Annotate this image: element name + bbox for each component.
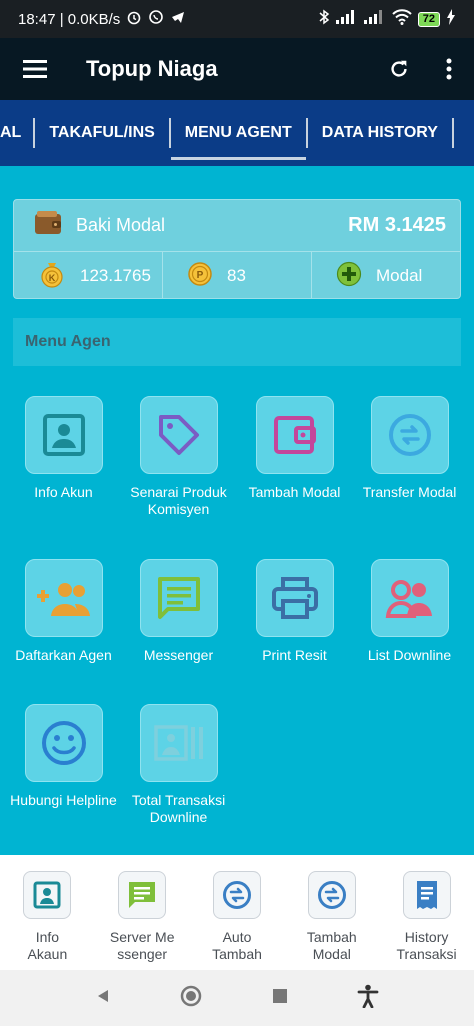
transfer-icon: [222, 881, 251, 909]
modal-label: Modal: [376, 266, 423, 285]
hamburger-menu-button[interactable]: [0, 38, 70, 100]
whatsapp-icon: [148, 9, 164, 29]
menu-transfer-modal[interactable]: Transfer Modal: [352, 396, 467, 501]
menu-senarai-produk[interactable]: Senarai Produk Komisyen: [121, 396, 236, 518]
signal-2-icon: [363, 10, 386, 28]
tag-icon: [158, 415, 199, 455]
section-header: Menu Agen: [13, 318, 461, 366]
plus-circle-icon: [336, 261, 362, 292]
money-bag-icon: K: [38, 260, 66, 293]
smile-icon: [41, 721, 86, 765]
app-title: Topup Niaga: [86, 56, 218, 81]
bottom-nav-server-messenger[interactable]: Server Me ssenger: [95, 855, 190, 970]
menu-tambah-modal[interactable]: Tambah Modal: [237, 396, 352, 501]
balance-card: Baki Modal RM 3.1425 K 123.1765 P 83 Mod…: [13, 199, 461, 299]
komisyen-cell[interactable]: K 123.1765: [14, 252, 162, 298]
receipt-icon: [416, 881, 437, 909]
accessibility-icon: [357, 984, 379, 1008]
balance-label: Baki Modal: [76, 215, 166, 235]
section-title: Menu Agen: [25, 333, 111, 350]
bottom-nav: Info Akaun Server Me ssenger Auto Tambah Ta…: [0, 855, 474, 970]
transfer-icon: [388, 414, 431, 456]
recents-square-icon: [272, 988, 287, 1003]
wifi-icon: [392, 9, 412, 29]
menu-print-resit[interactable]: Print Resit: [237, 559, 352, 664]
account-box-icon: [42, 414, 85, 456]
transfer-icon: [317, 881, 346, 909]
add-modal-cell[interactable]: Modal: [311, 252, 460, 298]
message-icon: [129, 882, 156, 908]
battery-icon: 72: [417, 11, 440, 27]
status-time: 18:47 | 0.0KB/s: [18, 10, 121, 28]
menu-daftarkan-agen[interactable]: Daftarkan Agen: [6, 559, 121, 664]
wallet-icon: [273, 416, 316, 454]
menu-info-akun[interactable]: Info Akun: [6, 396, 121, 501]
status-bar: 18:47 | 0.0KB/s 72: [0, 0, 474, 38]
message-icon: [157, 577, 200, 619]
recents-button[interactable]: [272, 988, 288, 1009]
bottom-nav-tambah-modal[interactable]: Tambah Modal: [284, 855, 379, 970]
tab-bar: AL TAKAFUL/INS MENU AGENT DATA HISTORY: [0, 100, 474, 166]
points-coin-icon: P: [187, 261, 213, 292]
refresh-icon: [391, 60, 407, 77]
points-value: 83: [227, 266, 246, 285]
report-icon: [153, 725, 203, 761]
telegram-icon: [170, 9, 186, 29]
menu-messenger[interactable]: Messenger: [121, 559, 236, 664]
system-nav-bar: [0, 970, 474, 1026]
charging-icon: [446, 9, 456, 29]
bottom-nav-history-transaksi[interactable]: History Transaksi: [379, 855, 474, 970]
tab-takaful[interactable]: TAKAFUL/INS: [35, 100, 168, 166]
printer-icon: [271, 577, 318, 619]
back-button[interactable]: [95, 988, 111, 1009]
menu-hubungi-helpline[interactable]: Hubungi Helpline: [6, 704, 121, 809]
balance-amount: RM 3.1425: [348, 214, 446, 236]
overflow-menu-button[interactable]: [424, 38, 474, 100]
tab-menu-agent[interactable]: MENU AGENT: [170, 100, 306, 166]
people-icon: [385, 580, 432, 618]
account-box-icon: [33, 881, 61, 909]
bluetooth-icon: [318, 9, 330, 29]
menu-total-transaksi[interactable]: Total Transaksi Downline: [121, 704, 236, 826]
add-group-icon: [36, 583, 90, 616]
tab-data-history[interactable]: DATA HISTORY: [308, 100, 452, 166]
signal-icon: [335, 10, 358, 28]
home-button[interactable]: [180, 985, 202, 1012]
app-bar: Topup Niaga: [0, 38, 474, 100]
bottom-nav-auto-tambah[interactable]: Auto Tambah: [190, 855, 285, 970]
back-triangle-icon: [97, 989, 108, 1002]
more-vertical-icon: [446, 58, 452, 80]
svg-text:K: K: [49, 273, 56, 283]
komisyen-value: 123.1765: [80, 266, 151, 285]
home-circle-icon: [181, 985, 202, 1006]
tab-divider: [451, 118, 454, 148]
hamburger-icon: [23, 60, 47, 78]
accessibility-button[interactable]: [357, 984, 379, 1013]
bottom-nav-info-akaun[interactable]: Info Akaun: [0, 855, 95, 970]
wallet-icon: [34, 210, 62, 241]
points-cell[interactable]: P 83: [162, 252, 311, 298]
tab-all[interactable]: AL: [0, 100, 33, 166]
alarm-icon: [126, 9, 142, 29]
refresh-button[interactable]: [374, 38, 424, 100]
menu-list-downline[interactable]: List Downline: [352, 559, 467, 664]
svg-text:P: P: [197, 270, 204, 281]
